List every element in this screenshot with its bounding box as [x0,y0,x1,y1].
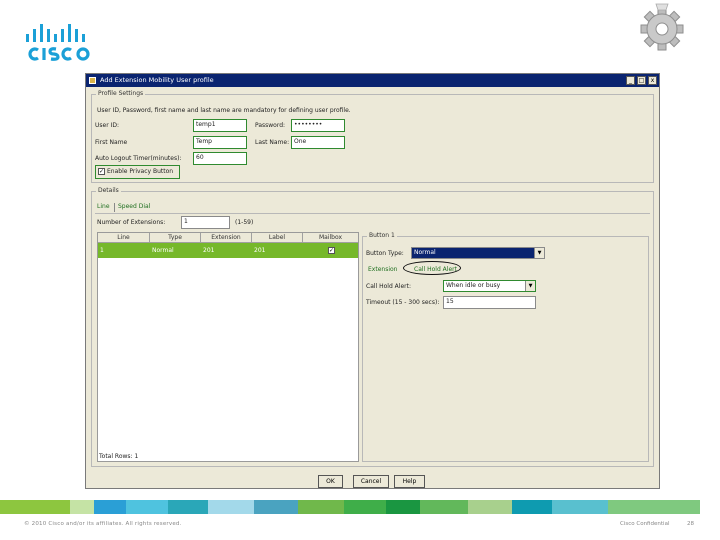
cancel-button[interactable]: Cancel [353,475,389,488]
table-row[interactable]: 1 Normal 201 201 ✓ [98,243,358,258]
first-name-input[interactable]: Temp [193,136,247,149]
details-title: Details [96,187,121,194]
table-total-rows: Total Rows: 1 [99,453,139,460]
password-input[interactable]: •••••••• [291,119,345,132]
details-group: Details Line Speed Dial Number of Extens… [91,187,654,467]
stripe-segment [94,500,126,514]
tab-separator [114,203,115,212]
stripe-segment [0,500,70,514]
cell-mailbox-checkbox[interactable]: ✓ [328,247,335,254]
call-hold-alert-select[interactable]: When idle or busy ▼ [443,280,536,292]
tab-speed-dial[interactable]: Speed Dial [118,203,150,210]
button-type-label: Button Type: [366,250,404,257]
copyright-text: © 2010 Cisco and/or its affiliates. All … [24,521,182,527]
stripe-segment [608,500,700,514]
page-number: 28 [687,521,694,527]
button1-title: Button 1 [367,232,397,239]
cell-label: 201 [254,247,266,254]
lines-table: Line Type Extension Label Mailbox 1 Norm… [97,232,359,462]
stripe-segment [420,500,468,514]
maximize-button[interactable]: □ [637,76,646,85]
user-id-input[interactable]: temp1 [193,119,247,132]
stripe-segment [344,500,386,514]
cell-type: Normal [152,247,174,254]
first-name-label: First Name [95,139,128,146]
col-header-type[interactable]: Type [150,233,201,243]
stripe-segment [298,500,344,514]
chevron-down-icon[interactable]: ▼ [534,248,544,258]
stripe-segment [126,500,168,514]
col-header-line[interactable]: Line [98,233,150,243]
button-type-select[interactable]: Normal ▼ [411,247,545,259]
auto-logout-label: Auto Logout Timer(minutes): [95,155,182,162]
tab-line[interactable]: Line [97,203,110,210]
tab-underline [95,213,650,214]
cisco-logo [26,24,90,61]
ok-button[interactable]: OK [318,475,343,488]
col-header-mailbox[interactable]: Mailbox [303,233,358,243]
dialog-titlebar[interactable]: Add Extension Mobility User profile _ □ … [86,74,659,87]
stripe-segment [468,500,512,514]
col-header-extension[interactable]: Extension [201,233,252,243]
num-extensions-range: (1-59) [235,219,254,226]
num-extensions-input[interactable]: 1 [181,216,230,229]
call-hold-tab-highlight [403,261,461,275]
stripe-segment [512,500,552,514]
last-name-input[interactable]: One [291,136,345,149]
profile-settings-group: Profile Settings User ID, Password, firs… [91,90,654,183]
help-button[interactable]: Help [394,475,425,488]
subtab-extension[interactable]: Extension [368,266,397,273]
privacy-checkbox[interactable]: ✓ [98,168,105,175]
stripe-segment [386,500,420,514]
call-hold-alert-label: Call Hold Alert: [366,283,411,290]
dialog-title: Add Extension Mobility User profile [100,76,214,84]
confidential-text: Cisco Confidential [620,521,670,527]
gear-icon [640,3,684,51]
button1-group: Button 1 Button Type: Normal ▼ Extension… [362,232,649,462]
app-icon [89,77,96,84]
stripe-segment [552,500,608,514]
cell-line: 1 [100,247,104,254]
profile-settings-title: Profile Settings [96,90,146,97]
chevron-down-icon[interactable]: ▼ [525,281,535,291]
privacy-label: Enable Privacy Button [107,168,174,175]
stripe-segment [168,500,208,514]
extension-mobility-dialog: Add Extension Mobility User profile _ □ … [85,73,660,489]
cell-extension: 201 [203,247,215,254]
stripe-segment [208,500,254,514]
last-name-label: Last Name: [255,139,290,146]
privacy-checkbox-row[interactable]: ✓ Enable Privacy Button [95,165,180,179]
timeout-label: Timeout (15 - 300 secs): [366,299,440,306]
footer-color-stripe [0,500,720,514]
col-header-label[interactable]: Label [252,233,303,243]
call-hold-alert-value: When idle or busy [446,282,501,289]
button-type-value: Normal [414,249,436,256]
minimize-button[interactable]: _ [626,76,635,85]
close-button[interactable]: x [648,76,657,85]
mandatory-note: User ID, Password, first name and last n… [97,107,351,114]
stripe-segment [70,500,94,514]
timeout-input[interactable]: 15 [443,296,536,309]
password-label: Password: [255,122,286,129]
num-extensions-label: Number of Extensions: [97,219,166,226]
stripe-segment [254,500,298,514]
user-id-label: User ID: [95,122,119,129]
auto-logout-input[interactable]: 60 [193,152,247,165]
